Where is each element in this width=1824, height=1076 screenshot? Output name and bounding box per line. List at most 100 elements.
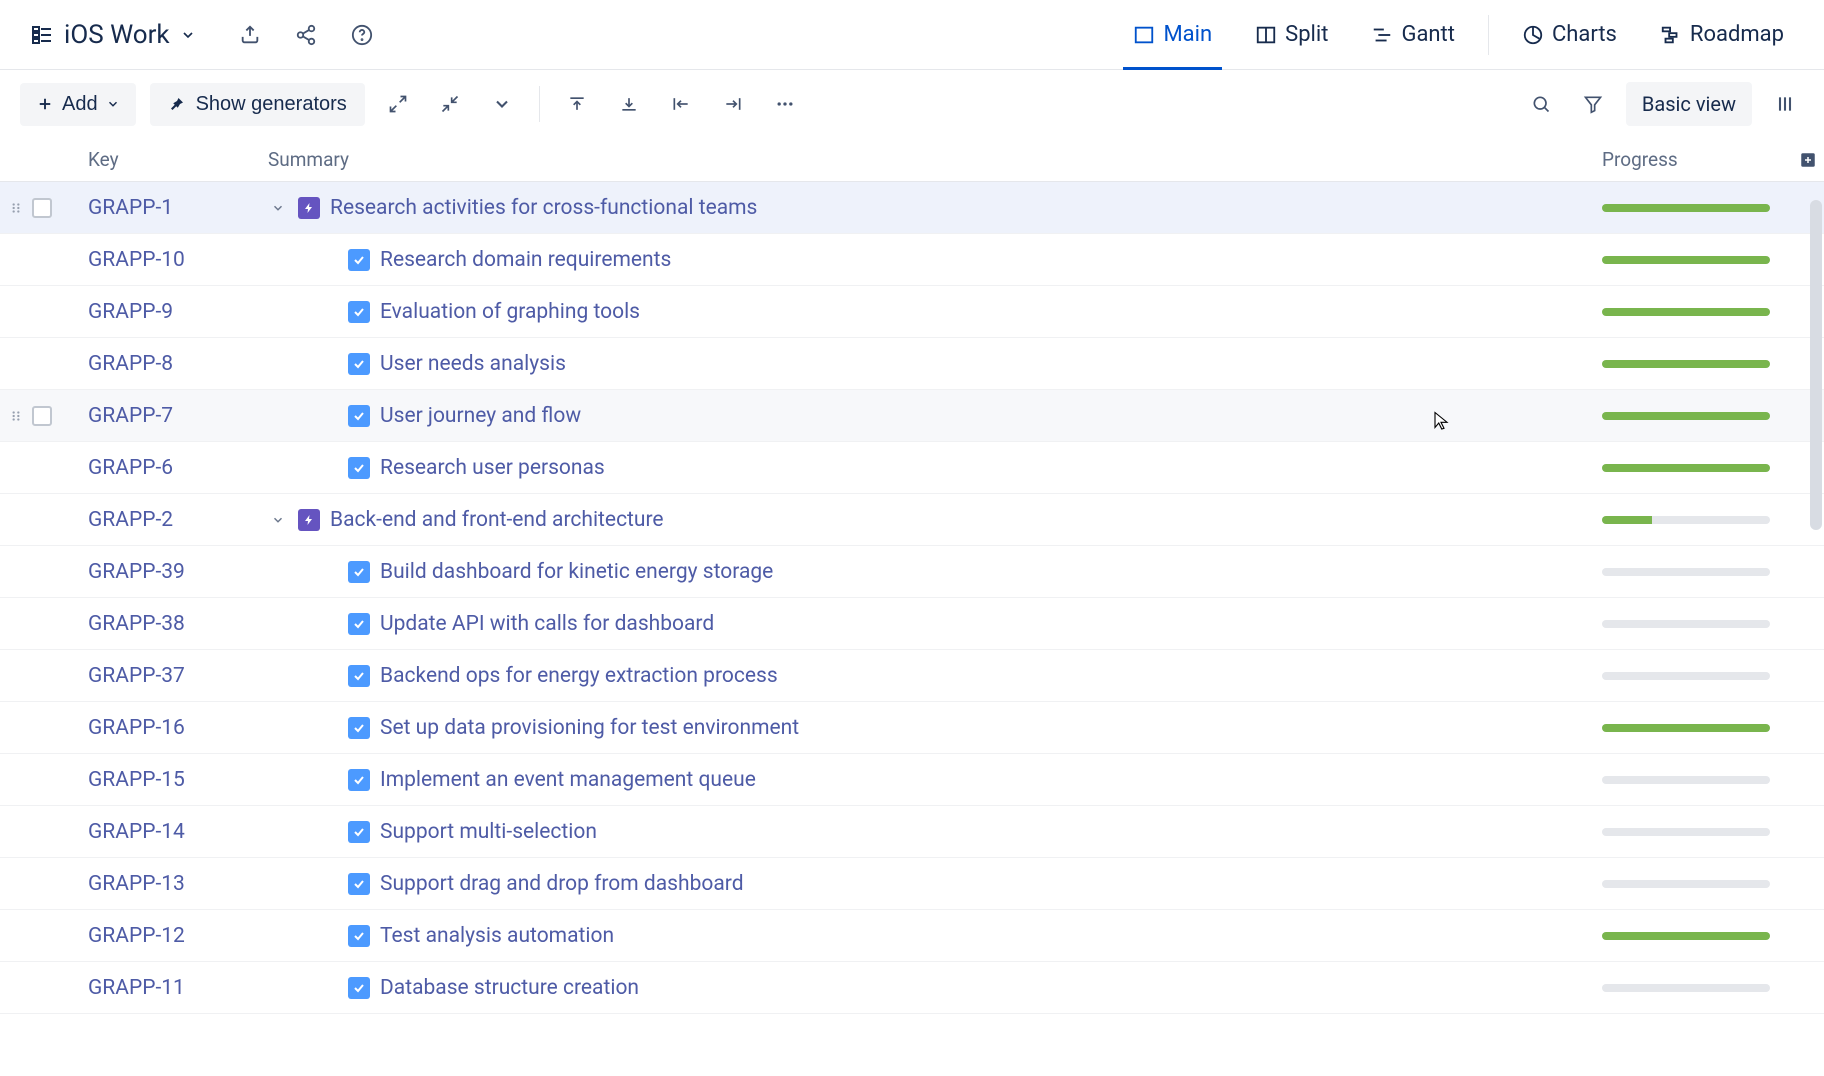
row-checkbox[interactable] bbox=[32, 666, 52, 686]
issue-summary-link[interactable]: Support multi-selection bbox=[380, 820, 597, 844]
tab-main[interactable]: Main bbox=[1113, 0, 1232, 70]
help-button[interactable] bbox=[348, 21, 376, 49]
table-row[interactable]: GRAPP-10 Research domain requirements bbox=[0, 234, 1824, 286]
progress-bar bbox=[1602, 204, 1770, 212]
column-header-summary[interactable]: Summary bbox=[268, 148, 1592, 171]
issue-key-link[interactable]: GRAPP-37 bbox=[88, 664, 185, 688]
table-row[interactable]: GRAPP-7 User journey and flow bbox=[0, 390, 1824, 442]
table-row[interactable]: GRAPP-11 Database structure creation bbox=[0, 962, 1824, 1014]
search-button[interactable] bbox=[1522, 85, 1560, 123]
task-icon bbox=[348, 353, 370, 375]
issue-key-link[interactable]: GRAPP-13 bbox=[88, 872, 185, 896]
issue-key-link[interactable]: GRAPP-6 bbox=[88, 456, 173, 480]
task-icon bbox=[348, 821, 370, 843]
row-checkbox[interactable] bbox=[32, 770, 52, 790]
table-row[interactable]: GRAPP-14 Support multi-selection bbox=[0, 806, 1824, 858]
issue-summary-link[interactable]: Implement an event management queue bbox=[380, 768, 756, 792]
add-column-button[interactable] bbox=[1792, 151, 1824, 169]
issue-summary-link[interactable]: Support drag and drop from dashboard bbox=[380, 872, 744, 896]
table-row[interactable]: GRAPP-6 Research user personas bbox=[0, 442, 1824, 494]
show-generators-button[interactable]: Show generators bbox=[150, 83, 365, 126]
table-row[interactable]: GRAPP-37 Backend ops for energy extractio… bbox=[0, 650, 1824, 702]
table-row[interactable]: GRAPP-13 Support drag and drop from dashb… bbox=[0, 858, 1824, 910]
row-checkbox[interactable] bbox=[32, 822, 52, 842]
issue-key-link[interactable]: GRAPP-16 bbox=[88, 716, 185, 740]
row-checkbox[interactable] bbox=[32, 198, 52, 218]
issue-key-link[interactable]: GRAPP-38 bbox=[88, 612, 185, 636]
progress-bar bbox=[1602, 308, 1770, 316]
table-row[interactable]: GRAPP-15 Implement an event management qu… bbox=[0, 754, 1824, 806]
tab-charts[interactable]: Charts bbox=[1502, 0, 1637, 70]
add-button[interactable]: Add bbox=[20, 83, 136, 126]
collapse-all-button[interactable] bbox=[431, 85, 469, 123]
tab-split[interactable]: Split bbox=[1235, 0, 1348, 70]
columns-button[interactable] bbox=[1766, 85, 1804, 123]
issue-key-link[interactable]: GRAPP-12 bbox=[88, 924, 185, 948]
issue-key-link[interactable]: GRAPP-14 bbox=[88, 820, 185, 844]
table-row[interactable]: GRAPP-2 Back-end and front-end architectu… bbox=[0, 494, 1824, 546]
project-switcher[interactable]: iOS Work bbox=[20, 14, 206, 56]
drag-handle[interactable] bbox=[0, 406, 32, 426]
issue-summary-link[interactable]: Set up data provisioning for test enviro… bbox=[380, 716, 799, 740]
row-checkbox[interactable] bbox=[32, 510, 52, 530]
row-checkbox[interactable] bbox=[32, 874, 52, 894]
issue-summary-link[interactable]: User needs analysis bbox=[380, 352, 566, 376]
issue-summary-link[interactable]: Research user personas bbox=[380, 456, 605, 480]
table-row[interactable]: GRAPP-12 Test analysis automation bbox=[0, 910, 1824, 962]
more-button[interactable] bbox=[766, 85, 804, 123]
row-checkbox[interactable] bbox=[32, 978, 52, 998]
row-checkbox[interactable] bbox=[32, 926, 52, 946]
row-checkbox[interactable] bbox=[32, 562, 52, 582]
table-row[interactable]: GRAPP-9 Evaluation of graphing tools bbox=[0, 286, 1824, 338]
issue-key-link[interactable]: GRAPP-9 bbox=[88, 300, 173, 324]
row-checkbox[interactable] bbox=[32, 406, 52, 426]
view-preset-button[interactable]: Basic view bbox=[1626, 82, 1752, 126]
issue-summary-link[interactable]: Back-end and front-end architecture bbox=[330, 508, 664, 532]
row-checkbox[interactable] bbox=[32, 614, 52, 634]
scrollbar[interactable] bbox=[1810, 200, 1822, 530]
indent-button[interactable] bbox=[714, 85, 752, 123]
tab-gantt[interactable]: Gantt bbox=[1351, 0, 1475, 70]
column-header-key[interactable]: Key bbox=[78, 148, 268, 171]
issue-key-link[interactable]: GRAPP-1 bbox=[88, 196, 173, 220]
table-row[interactable]: GRAPP-39 Build dashboard for kinetic ener… bbox=[0, 546, 1824, 598]
column-header-progress[interactable]: Progress bbox=[1592, 148, 1792, 171]
expand-toggle[interactable] bbox=[268, 201, 288, 215]
table-row[interactable]: GRAPP-38 Update API with calls for dashbo… bbox=[0, 598, 1824, 650]
issue-summary-link[interactable]: Research domain requirements bbox=[380, 248, 671, 272]
row-checkbox[interactable] bbox=[32, 302, 52, 322]
issue-summary-link[interactable]: Backend ops for energy extraction proces… bbox=[380, 664, 778, 688]
share-button[interactable] bbox=[292, 21, 320, 49]
outdent-button[interactable] bbox=[662, 85, 700, 123]
table-row[interactable]: GRAPP-8 User needs analysis bbox=[0, 338, 1824, 390]
issue-key-link[interactable]: GRAPP-39 bbox=[88, 560, 185, 584]
move-up-button[interactable] bbox=[558, 85, 596, 123]
table-row[interactable]: GRAPP-16 Set up data provisioning for tes… bbox=[0, 702, 1824, 754]
row-checkbox[interactable] bbox=[32, 718, 52, 738]
issue-summary-link[interactable]: Research activities for cross-functional… bbox=[330, 196, 757, 220]
row-checkbox[interactable] bbox=[32, 458, 52, 478]
drag-handle[interactable] bbox=[0, 198, 32, 218]
expand-toggle[interactable] bbox=[268, 513, 288, 527]
issue-summary-link[interactable]: Evaluation of graphing tools bbox=[380, 300, 640, 324]
issue-summary-link[interactable]: Update API with calls for dashboard bbox=[380, 612, 714, 636]
export-button[interactable] bbox=[236, 21, 264, 49]
row-checkbox[interactable] bbox=[32, 354, 52, 374]
issue-summary-link[interactable]: Build dashboard for kinetic energy stora… bbox=[380, 560, 773, 584]
issue-key-link[interactable]: GRAPP-11 bbox=[88, 976, 185, 1000]
collapse-dropdown[interactable] bbox=[483, 85, 521, 123]
issue-summary-link[interactable]: User journey and flow bbox=[380, 404, 581, 428]
issue-summary-link[interactable]: Test analysis automation bbox=[380, 924, 614, 948]
issue-summary-link[interactable]: Database structure creation bbox=[380, 976, 639, 1000]
row-checkbox[interactable] bbox=[32, 250, 52, 270]
filter-button[interactable] bbox=[1574, 85, 1612, 123]
issue-key-link[interactable]: GRAPP-8 bbox=[88, 352, 173, 376]
issue-key-link[interactable]: GRAPP-2 bbox=[88, 508, 173, 532]
tab-roadmap[interactable]: Roadmap bbox=[1640, 0, 1804, 70]
issue-key-link[interactable]: GRAPP-10 bbox=[88, 248, 185, 272]
table-row[interactable]: GRAPP-1 Research activities for cross-fun… bbox=[0, 182, 1824, 234]
expand-all-button[interactable] bbox=[379, 85, 417, 123]
issue-key-link[interactable]: GRAPP-7 bbox=[88, 404, 173, 428]
move-down-button[interactable] bbox=[610, 85, 648, 123]
issue-key-link[interactable]: GRAPP-15 bbox=[88, 768, 185, 792]
